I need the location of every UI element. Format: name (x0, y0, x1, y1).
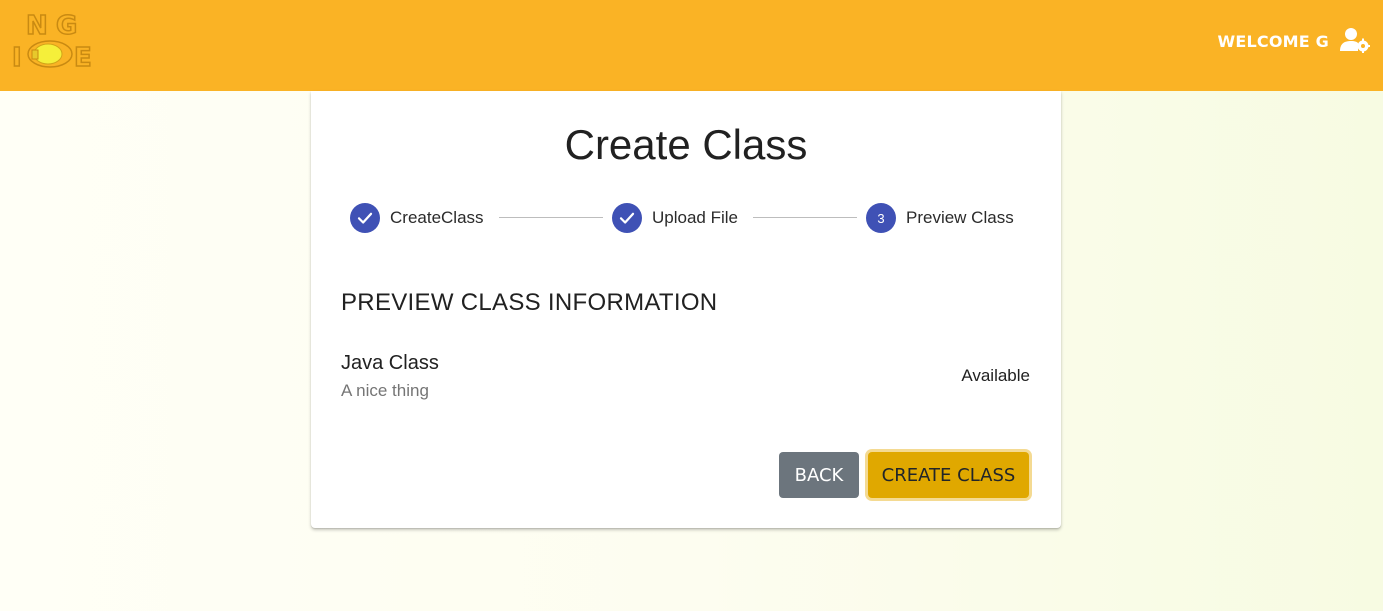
class-name: Java Class (341, 352, 439, 374)
class-description: A nice thing (341, 381, 429, 400)
step-createclass[interactable]: CreateClass (350, 202, 484, 234)
svg-text:E: E (74, 43, 92, 73)
create-class-button[interactable]: CREATE CLASS (868, 452, 1029, 498)
svg-text:N: N (26, 11, 48, 41)
ng-ide-logo-icon[interactable]: N G I E (10, 8, 100, 74)
step-number-badge: 3 (866, 203, 896, 233)
section-heading: PREVIEW CLASS INFORMATION (341, 289, 718, 316)
check-icon (350, 203, 380, 233)
step-label: CreateClass (390, 208, 484, 227)
step-label: Upload File (652, 208, 738, 227)
svg-text:I: I (12, 43, 22, 73)
step-connector (753, 217, 857, 218)
back-button[interactable]: BACK (779, 452, 859, 498)
welcome-text: WELCOME G (1217, 32, 1329, 51)
user-settings-icon[interactable] (1340, 27, 1370, 53)
step-connector (499, 217, 603, 218)
step-label: Preview Class (906, 208, 1014, 227)
create-class-card: Create Class CreateClass Upload File 3 P… (311, 91, 1061, 528)
step-upload-file[interactable]: Upload File (612, 202, 738, 234)
top-navbar: N G I E WELCOME G (0, 0, 1383, 91)
class-status: Available (961, 366, 1030, 385)
step-preview-class[interactable]: 3 Preview Class (866, 202, 1014, 234)
svg-text:G: G (56, 11, 77, 41)
check-icon (612, 203, 642, 233)
page-title: Create Class (564, 121, 808, 168)
